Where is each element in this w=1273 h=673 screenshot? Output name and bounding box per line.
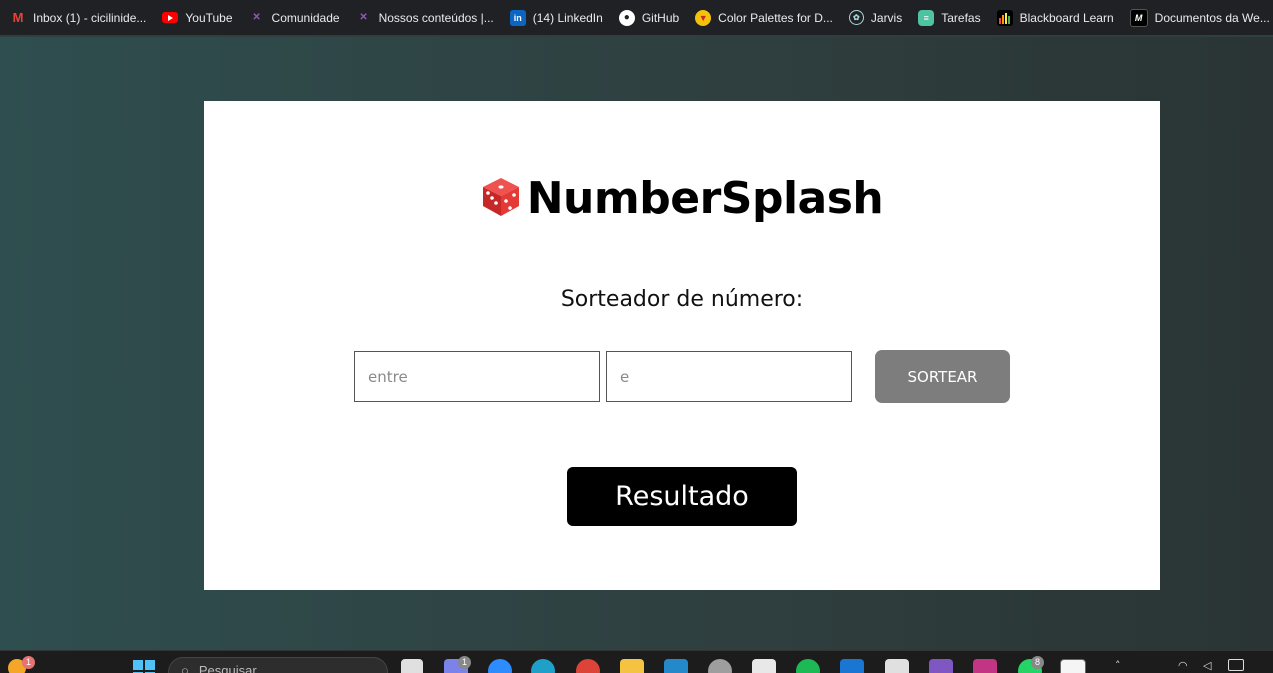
content-icon: ✕ bbox=[359, 12, 368, 23]
edge-icon[interactable] bbox=[531, 659, 555, 673]
start-icon[interactable] bbox=[132, 659, 156, 673]
draw-button[interactable]: SORTEAR bbox=[875, 350, 1010, 403]
bookmark-github[interactable]: ● GitHub bbox=[618, 9, 680, 26]
bookmark-label: Color Palettes for D... bbox=[718, 10, 833, 25]
dice-icon bbox=[481, 176, 521, 222]
app-header: NumberSplash bbox=[204, 173, 1160, 224]
spotify-icon[interactable] bbox=[796, 659, 820, 673]
bookmark-comunidade[interactable]: ✕ Comunidade bbox=[249, 10, 340, 26]
search-placeholder: Pesquisar bbox=[198, 663, 257, 673]
bookmark-label: Tarefas bbox=[941, 10, 981, 25]
gmail-icon: M bbox=[12, 10, 24, 25]
community-icon: ✕ bbox=[252, 12, 261, 23]
youtube-icon bbox=[162, 12, 179, 23]
result-display: Resultado bbox=[567, 467, 797, 526]
linkedin-icon: in bbox=[509, 9, 526, 26]
range-end-input[interactable] bbox=[606, 351, 852, 402]
weather-badge: 1 bbox=[22, 656, 35, 669]
bookmark-label: Comunidade bbox=[271, 10, 340, 25]
settings-icon[interactable] bbox=[708, 659, 732, 673]
chrome-icon[interactable] bbox=[576, 659, 600, 673]
search-icon: ○ bbox=[181, 663, 189, 673]
volume-icon[interactable]: ◁ bbox=[1203, 659, 1217, 673]
bookmark-linkedin[interactable]: in (14) LinkedIn bbox=[509, 9, 603, 26]
bookmark-label: Documentos da We... bbox=[1154, 10, 1270, 25]
bookmark-youtube[interactable]: YouTube bbox=[162, 10, 233, 25]
palette-icon: ▼ bbox=[695, 9, 712, 26]
docs-icon: M bbox=[1129, 8, 1148, 27]
vscode-icon[interactable] bbox=[664, 659, 688, 673]
range-start-input[interactable] bbox=[354, 351, 600, 402]
taskbar-search[interactable]: ○ Pesquisar bbox=[168, 657, 388, 673]
zoom-icon[interactable] bbox=[488, 659, 512, 673]
bookmark-label: YouTube bbox=[185, 10, 233, 25]
instagram-icon[interactable] bbox=[973, 659, 997, 673]
wifi-icon[interactable]: ◠ bbox=[1178, 659, 1194, 673]
whatsapp-badge: 8 bbox=[1031, 656, 1044, 669]
teams-badge: 1 bbox=[458, 656, 471, 669]
blackboard-icon bbox=[996, 9, 1013, 26]
mail-icon[interactable] bbox=[840, 659, 864, 673]
openai-icon: ✿ bbox=[848, 10, 864, 25]
taskbar: 1 ○ Pesquisar 1 8 ˄ ◠ ◁ bbox=[0, 650, 1273, 673]
main-card: NumberSplash Sorteador de número: SORTEA… bbox=[204, 101, 1160, 590]
task-view-icon[interactable] bbox=[401, 659, 423, 673]
result-label: Resultado bbox=[615, 481, 749, 512]
subtitle: Sorteador de número: bbox=[560, 287, 804, 312]
store-icon[interactable] bbox=[752, 659, 776, 673]
bookmarks-bar: M Inbox (1) - cicilinide... YouTube ✕ Co… bbox=[0, 0, 1273, 36]
bookmark-label: Nossos conteúdos |... bbox=[378, 10, 494, 25]
github-icon: ● bbox=[618, 9, 635, 26]
page-title: NumberSplash bbox=[526, 173, 884, 224]
bookmark-conteudos[interactable]: ✕ Nossos conteúdos |... bbox=[356, 10, 494, 26]
chevron-up-icon[interactable]: ˄ bbox=[1115, 659, 1129, 673]
bookmark-label: Blackboard Learn bbox=[1019, 10, 1114, 25]
tasks-icon: ≡ bbox=[918, 9, 935, 26]
bookmark-jarvis[interactable]: ✿ Jarvis bbox=[848, 10, 903, 25]
bookmark-label: Jarvis bbox=[870, 10, 903, 25]
folder-icon[interactable] bbox=[620, 659, 644, 673]
paint-icon[interactable] bbox=[929, 659, 953, 673]
bookmark-documentos[interactable]: M Documentos da We... bbox=[1129, 8, 1270, 27]
bookmark-palettes[interactable]: ▼ Color Palettes for D... bbox=[695, 9, 833, 26]
battery-icon[interactable] bbox=[1228, 659, 1244, 671]
bookmark-label: Inbox (1) - cicilinide... bbox=[33, 10, 147, 25]
bookmark-gmail[interactable]: M Inbox (1) - cicilinide... bbox=[10, 10, 147, 26]
roblox-icon[interactable] bbox=[885, 659, 909, 673]
bookmark-blackboard[interactable]: Blackboard Learn bbox=[996, 9, 1114, 26]
bookmark-label: (14) LinkedIn bbox=[532, 10, 603, 25]
bookmark-label: GitHub bbox=[641, 10, 680, 25]
bookmark-tarefas[interactable]: ≡ Tarefas bbox=[918, 9, 981, 26]
active-app-icon[interactable] bbox=[1060, 659, 1086, 673]
